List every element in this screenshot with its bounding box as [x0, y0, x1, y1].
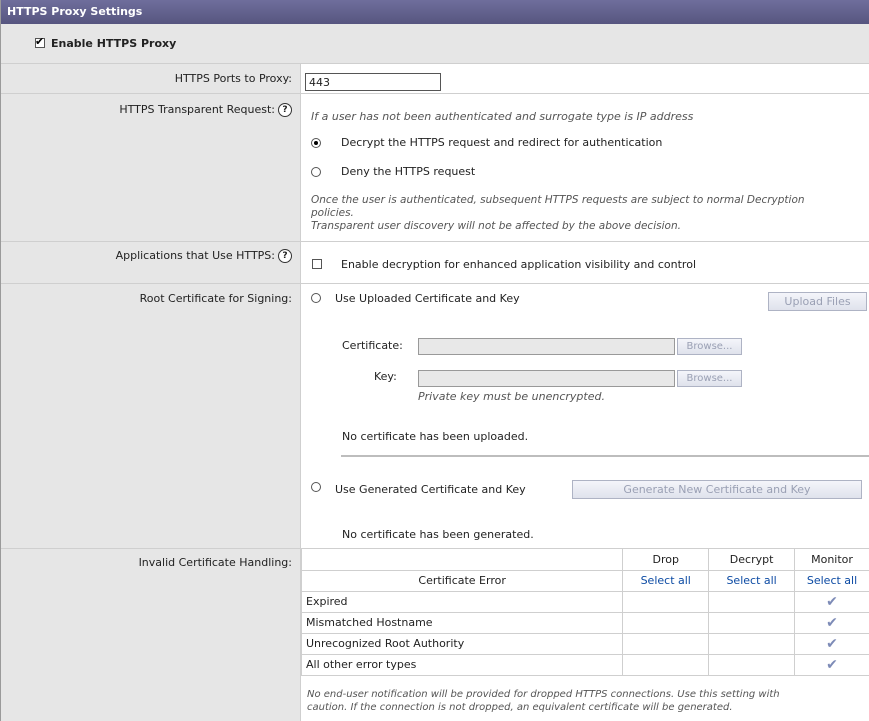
drop-cell[interactable] [622, 632, 710, 655]
decrypt-select-all-link[interactable]: Select all [708, 569, 796, 592]
checkmark-icon: ✔ [826, 635, 838, 652]
select-all-row: Certificate Error Select all Select all … [300, 569, 869, 592]
invalid-cert-row: Invalid Certificate Handling: Drop Decry… [1, 549, 869, 721]
divider [341, 455, 869, 457]
key-label: Key: [374, 370, 397, 383]
certificate-browse-button[interactable]: Browse... [677, 338, 742, 355]
transparent-note-line3: Transparent user discovery will not be a… [311, 220, 681, 232]
decrypt-option-label: Decrypt the HTTPS request and redirect f… [341, 136, 663, 149]
certificate-error-header-blank [300, 549, 624, 571]
enable-app-decryption-checkbox[interactable] [312, 259, 322, 269]
monitor-cell[interactable]: ✔ [794, 653, 869, 676]
table-row: All other error types ✔ [300, 653, 869, 676]
transparent-request-label: HTTPS Transparent Request: [119, 103, 275, 116]
ports-label: HTTPS Ports to Proxy: [1, 64, 301, 93]
table-header-row: Drop Decrypt Monitor [300, 549, 869, 571]
drop-cell[interactable] [622, 611, 710, 634]
certificate-file-input[interactable] [418, 338, 675, 355]
root-certificate-row: Root Certificate for Signing: Use Upload… [1, 284, 869, 549]
invalid-note-line2: caution. If the connection is not droppe… [307, 702, 733, 713]
monitor-select-all-link[interactable]: Select all [794, 569, 869, 592]
monitor-cell[interactable]: ✔ [794, 632, 869, 655]
decrypt-header: Decrypt [708, 549, 796, 571]
monitor-cell[interactable]: ✔ [794, 590, 869, 613]
help-icon[interactable]: ? [278, 103, 292, 117]
decrypt-cell[interactable] [708, 590, 796, 613]
ports-row: HTTPS Ports to Proxy: 443 [1, 64, 869, 94]
checkmark-icon: ✔ [826, 614, 838, 631]
drop-header: Drop [622, 549, 710, 571]
enable-https-proxy-label: Enable HTTPS Proxy [51, 37, 177, 50]
use-generated-label: Use Generated Certificate and Key [335, 483, 526, 496]
transparent-request-row: HTTPS Transparent Request:? If a user ha… [1, 94, 869, 242]
invalid-note-line1: No end-user notification will be provide… [307, 689, 780, 700]
transparent-note-line2: policies. [311, 207, 354, 219]
table-row: Expired ✔ [300, 590, 869, 613]
checkmark-icon: ✔ [826, 656, 838, 673]
transparent-request-label-cell: HTTPS Transparent Request:? [1, 94, 301, 241]
applications-row: Applications that Use HTTPS:? Enable dec… [1, 242, 869, 284]
table-row: Mismatched Hostname ✔ [300, 611, 869, 634]
enable-row: Enable HTTPS Proxy [1, 24, 869, 64]
error-unrecognized-root: Unrecognized Root Authority [300, 632, 624, 655]
use-uploaded-label: Use Uploaded Certificate and Key [335, 292, 520, 305]
monitor-header: Monitor [794, 549, 869, 571]
transparent-note-line1: Once the user is authenticated, subseque… [311, 194, 805, 206]
decrypt-cell[interactable] [708, 653, 796, 676]
enable-https-proxy-checkbox[interactable] [35, 35, 45, 48]
applications-label: Applications that Use HTTPS: [115, 249, 275, 262]
deny-option-label: Deny the HTTPS request [341, 165, 476, 178]
help-icon[interactable]: ? [278, 249, 292, 263]
key-browse-button[interactable]: Browse... [677, 370, 742, 387]
panel-title: HTTPS Proxy Settings [1, 0, 869, 24]
https-proxy-settings-panel: HTTPS Proxy Settings Enable HTTPS Proxy … [0, 0, 869, 721]
ports-input[interactable]: 443 [305, 73, 441, 91]
drop-select-all-link[interactable]: Select all [622, 569, 710, 592]
drop-cell[interactable] [622, 590, 710, 613]
certificate-label: Certificate: [342, 339, 403, 352]
invalid-cert-label: Invalid Certificate Handling: [1, 549, 301, 721]
no-generated-cert-status: No certificate has been generated. [342, 528, 534, 541]
enable-app-decryption-label: Enable decryption for enhanced applicati… [341, 258, 697, 271]
no-uploaded-cert-status: No certificate has been uploaded. [342, 430, 529, 443]
error-mismatched-hostname: Mismatched Hostname [300, 611, 624, 634]
generate-certificate-button[interactable]: Generate New Certificate and Key [572, 480, 862, 499]
error-expired: Expired [300, 590, 624, 613]
error-all-other: All other error types [300, 653, 624, 676]
key-file-input[interactable] [418, 370, 675, 387]
applications-label-cell: Applications that Use HTTPS:? [1, 242, 301, 283]
decrypt-cell[interactable] [708, 632, 796, 655]
use-uploaded-radio[interactable] [311, 293, 321, 303]
upload-files-button[interactable]: Upload Files [768, 292, 867, 311]
key-note: Private key must be unencrypted. [418, 390, 605, 403]
table-row: Unrecognized Root Authority ✔ [300, 632, 869, 655]
certificate-error-header: Certificate Error [300, 569, 624, 592]
monitor-cell[interactable]: ✔ [794, 611, 869, 634]
transparent-intro: If a user has not been authenticated and… [311, 110, 694, 123]
root-certificate-label: Root Certificate for Signing: [1, 284, 301, 548]
invalid-cert-table: Drop Decrypt Monitor Certificate Error S… [300, 549, 869, 676]
decrypt-cell[interactable] [708, 611, 796, 634]
decrypt-radio[interactable] [311, 138, 321, 148]
use-generated-radio[interactable] [311, 482, 321, 492]
deny-radio[interactable] [311, 167, 321, 177]
checkmark-icon: ✔ [826, 593, 838, 610]
drop-cell[interactable] [622, 653, 710, 676]
